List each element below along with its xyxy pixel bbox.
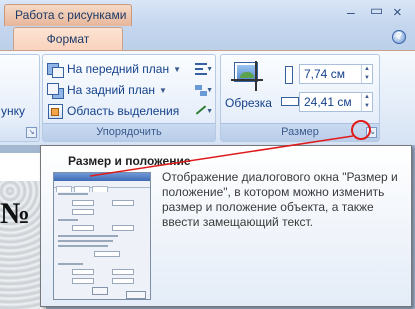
selection-pane-button[interactable]: Область выделения <box>47 102 179 120</box>
selection-pane-label: Область выделения <box>67 104 180 118</box>
ribbon-tab-row: Формат <box>0 26 415 51</box>
chevron-down-icon[interactable]: ▼ <box>159 86 167 95</box>
send-to-back-button[interactable]: На задний план ▼ <box>47 81 167 99</box>
contextual-tab-group-title: Работа с рисунками <box>4 4 132 26</box>
selection-pane-icon <box>47 103 63 119</box>
tooltip-title: Размер и положение <box>68 154 191 168</box>
width-icon <box>281 93 299 109</box>
width-value[interactable]: 24,41 см <box>304 95 352 109</box>
width-spinner[interactable]: 24,41 см ▲ ▼ <box>299 92 373 112</box>
spinner-arrows-icon[interactable]: ▲ ▼ <box>361 93 372 111</box>
minimize-icon[interactable]: – <box>347 4 355 20</box>
send-to-back-label: На задний план <box>67 83 156 97</box>
dialog-preview-tabs <box>54 181 150 192</box>
dialog-launcher-icon[interactable]: ↘ <box>26 127 37 138</box>
ribbon-group-clipped: унку ↘ <box>0 54 40 142</box>
tab-format[interactable]: Формат <box>13 27 123 51</box>
launcher-highlight-circle <box>351 120 371 140</box>
help-icon[interactable]: ? <box>392 30 406 44</box>
ribbon-group-arrange: На передний план ▼ На задний план ▼ Обла… <box>42 54 216 142</box>
arrange-group-label: Упорядочить <box>43 123 215 141</box>
tooltip-body: Отображение диалогового окна "Размер и п… <box>162 170 398 229</box>
bring-to-front-button[interactable]: На передний план ▼ <box>47 60 181 78</box>
bring-front-icon <box>47 61 64 78</box>
height-icon <box>281 66 295 84</box>
crop-button-label[interactable]: Обрезка <box>225 96 272 110</box>
send-back-icon <box>47 82 64 99</box>
close-icon[interactable]: × <box>393 4 402 21</box>
maximize-icon[interactable]: ▭ <box>370 2 383 19</box>
chevron-down-icon[interactable]: ▼ <box>173 65 181 74</box>
align-icon[interactable]: ▼ <box>193 61 213 77</box>
spinner-arrows-icon[interactable]: ▲ ▼ <box>361 65 372 83</box>
super-tooltip: Размер и положение Отображение диалогово… <box>40 145 412 307</box>
title-bar: Работа с рисунками – ▭ × <box>0 0 415 26</box>
clipped-item-label[interactable]: унку <box>1 102 25 120</box>
crop-icon[interactable] <box>231 61 265 91</box>
height-spinner[interactable]: 7,74 см ▲ ▼ <box>299 64 373 84</box>
bring-to-front-label: На передний план <box>67 62 170 76</box>
dialog-preview-image <box>53 172 151 300</box>
rotate-icon[interactable]: ▼ <box>193 103 213 119</box>
document-text: № <box>0 197 31 230</box>
dialog-preview-titlebar <box>54 173 150 181</box>
height-value[interactable]: 7,74 см <box>304 67 345 81</box>
group-objects-icon[interactable]: ▼ <box>193 82 213 98</box>
